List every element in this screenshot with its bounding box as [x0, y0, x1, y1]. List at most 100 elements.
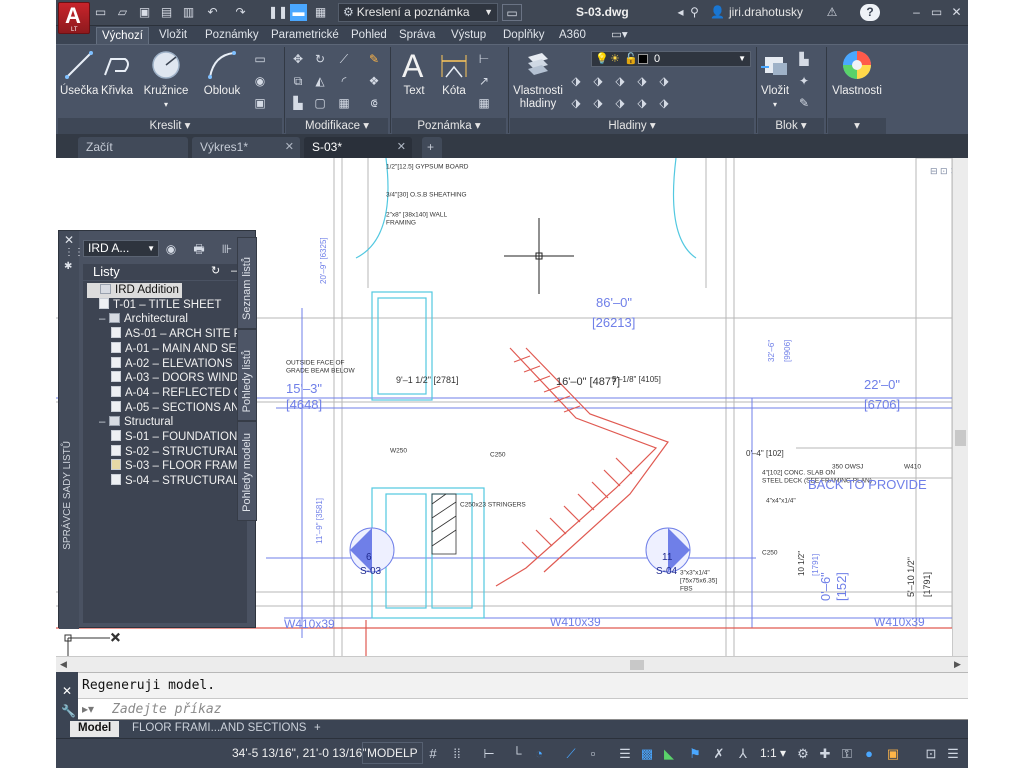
tree-sheet[interactable]: S-01 – FOUNDATION P: [111, 430, 247, 445]
panel-properties-expand[interactable]: ▾: [828, 118, 886, 135]
publish-icon[interactable]: 🖶: [191, 241, 207, 257]
tree-sheet[interactable]: S-04 – STRUCTURAL SI: [111, 474, 247, 489]
tab-vystup[interactable]: Výstup: [446, 27, 491, 44]
isolate-objects-icon[interactable]: ●: [860, 745, 878, 763]
tab-model-views[interactable]: Pohledy modelu: [237, 421, 257, 521]
triangle-icon[interactable]: ⚠: [820, 4, 844, 21]
redo-icon[interactable]: ↷: [232, 4, 249, 21]
layer-tool-icon[interactable]: ⬗: [656, 95, 672, 111]
panel-annotation-label[interactable]: Poznámka ▾: [392, 118, 506, 135]
tab-pohled[interactable]: Pohled: [346, 27, 392, 44]
tab-sprava[interactable]: Správa: [394, 27, 440, 44]
tab-model[interactable]: Model: [70, 721, 120, 737]
tree-sheet[interactable]: S-03 – FLOOR FRAMING: [111, 459, 247, 474]
layer-tool-icon[interactable]: ⬗: [634, 73, 650, 89]
doc-tab-s03[interactable]: S-03* ✕: [304, 137, 412, 158]
gear-icon[interactable]: ⚙: [794, 745, 812, 763]
ortho-icon[interactable]: ⊢: [480, 745, 498, 763]
new-tab-button[interactable]: +: [422, 137, 442, 158]
plot-icon[interactable]: ▦: [312, 4, 329, 21]
tree-sheet[interactable]: A-03 – DOORS WINDOV: [111, 371, 247, 386]
scale-icon[interactable]: ▢: [312, 95, 328, 111]
tree-sheet[interactable]: A-05 – SECTIONS AND: [111, 400, 247, 416]
tab-doplnky[interactable]: Doplňky: [498, 27, 550, 44]
model-space-toggle[interactable]: MODELP: [362, 742, 423, 764]
binoculars-icon[interactable]: ⚲: [686, 4, 703, 21]
new-icon[interactable]: ▭: [92, 4, 109, 21]
tab-layout[interactable]: FLOOR FRAMI...AND SECTIONS: [124, 721, 314, 737]
circle-button[interactable]: Kružnice ▾: [142, 49, 190, 111]
minimize-icon[interactable]: –: [908, 4, 925, 21]
tree-sheet[interactable]: A-04 – REFLECTED CEII: [111, 385, 247, 401]
rectangle-icon[interactable]: ▭: [252, 51, 268, 67]
tab-vlozit[interactable]: Vložit: [154, 27, 192, 44]
sheet-set-icon[interactable]: ◉: [163, 241, 179, 257]
insert-block-button[interactable]: Vložit ▾: [758, 49, 792, 111]
hardware-acceleration-icon[interactable]: ▣: [884, 745, 902, 763]
save-icon[interactable]: ▣: [136, 4, 153, 21]
erase-icon[interactable]: ✎: [366, 51, 382, 67]
help-icon[interactable]: ?: [860, 4, 880, 21]
refresh-icon[interactable]: ↻: [211, 264, 220, 279]
edit-block-icon[interactable]: ✦: [796, 73, 812, 89]
panel-draw-label[interactable]: Kreslit ▾: [58, 118, 282, 135]
workspace-icon[interactable]: ▬: [290, 4, 307, 21]
clean-screen-icon[interactable]: ⊡: [922, 745, 940, 763]
customize-menu-icon[interactable]: ☰: [944, 745, 962, 763]
array-icon[interactable]: ▦: [336, 95, 352, 111]
auto-scale-icon[interactable]: ✗: [710, 745, 728, 763]
tab-a360[interactable]: A360: [554, 27, 591, 44]
workspace-dropdown[interactable]: ⚙ Kreslení a poznámka ▼: [338, 3, 498, 22]
horizontal-scrollbar[interactable]: ◀ ▶: [56, 656, 968, 672]
spline-button[interactable]: Křivka: [100, 49, 134, 98]
doc-tab-drawing1[interactable]: Výkres1* ✕: [192, 137, 300, 158]
pause-icon[interactable]: ❚❚: [268, 4, 288, 21]
leader-icon[interactable]: ↗: [476, 73, 492, 89]
tree-subset[interactable]: – Architectural: [99, 312, 188, 327]
layer-tool-icon[interactable]: ⬗: [656, 73, 672, 89]
annotation-scale-icon[interactable]: ⅄: [734, 745, 752, 763]
vertical-scrollbar[interactable]: [952, 158, 968, 656]
tree-sheet[interactable]: A-01 – MAIN AND SECO: [111, 341, 247, 357]
text-button[interactable]: A Text: [396, 49, 432, 98]
layer-tool-icon[interactable]: ⬗: [612, 95, 628, 111]
polar-icon[interactable]: └: [508, 745, 526, 763]
collapse-icon[interactable]: –: [99, 415, 107, 429]
scroll-right-icon[interactable]: ▶: [954, 659, 961, 670]
offset-icon[interactable]: ⟃: [366, 95, 382, 111]
coordinates-readout[interactable]: 34'-5 13/16", 21'-0 13/16": [232, 746, 367, 760]
line-button[interactable]: Úsečka: [60, 49, 98, 98]
fillet-icon[interactable]: ◜: [336, 73, 352, 89]
hatch-icon[interactable]: ◉: [252, 73, 268, 89]
tree-sheet[interactable]: A-02 – ELEVATIONS: [111, 356, 233, 372]
doc-tab-start[interactable]: Začít: [78, 137, 188, 158]
block-attribute-icon[interactable]: ✎: [796, 95, 812, 111]
close-icon[interactable]: ✕: [285, 137, 294, 157]
properties-button[interactable]: Vlastnosti: [828, 49, 886, 98]
command-icon[interactable]: ▸▾: [82, 702, 94, 716]
panel-layers-label[interactable]: Hladiny ▾: [510, 118, 754, 135]
print-icon[interactable]: ▥: [180, 4, 197, 21]
rotate-icon[interactable]: ↻: [312, 51, 328, 67]
properties-icon[interactable]: ✱: [64, 261, 72, 272]
panel-block-label[interactable]: Blok ▾: [758, 118, 824, 135]
arc-button[interactable]: Oblouk: [202, 49, 242, 98]
selection-cycling-icon[interactable]: ◣: [660, 745, 678, 763]
linear-dim-icon[interactable]: ⊢: [476, 51, 492, 67]
layer-tool-icon[interactable]: ⬗: [568, 95, 584, 111]
tab-sheet-list[interactable]: Seznam listů: [237, 237, 257, 329]
horizontal-scroll-thumb[interactable]: [630, 660, 644, 670]
annotation-scale[interactable]: 1:1 ▾: [760, 746, 786, 760]
undo-icon[interactable]: ↶: [204, 4, 221, 21]
create-block-icon[interactable]: ▙: [796, 51, 812, 67]
layout-icon[interactable]: ▭: [502, 4, 522, 21]
layer-properties-button[interactable]: Vlastnosti hladiny: [510, 49, 566, 111]
plus-icon[interactable]: ✚: [816, 745, 834, 763]
add-layout-button[interactable]: +: [306, 721, 329, 737]
tab-poznamky[interactable]: Poznámky: [200, 27, 264, 44]
collapse-icon[interactable]: –: [99, 312, 107, 326]
open-icon[interactable]: ▱: [114, 4, 131, 21]
wrench-icon[interactable]: 🔧: [61, 704, 76, 718]
snap-icon[interactable]: ⁞⁞: [448, 745, 466, 763]
layer-tool-icon[interactable]: ⬗: [590, 95, 606, 111]
